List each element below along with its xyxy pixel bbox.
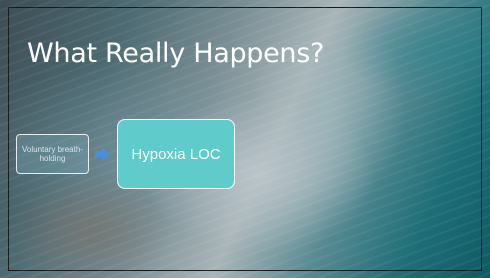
slide: What Really Happens? Voluntary breath-ho… xyxy=(0,0,490,278)
arrow-right-icon xyxy=(95,147,110,161)
process-node-hypoxia-loc: Hypoxia LOC xyxy=(117,119,235,189)
process-node-breath-holding: Voluntary breath-holding xyxy=(16,134,89,174)
process-node-label: Hypoxia LOC xyxy=(131,145,221,163)
slide-title: What Really Happens? xyxy=(27,38,325,69)
process-node-label: Voluntary breath-holding xyxy=(22,145,83,163)
